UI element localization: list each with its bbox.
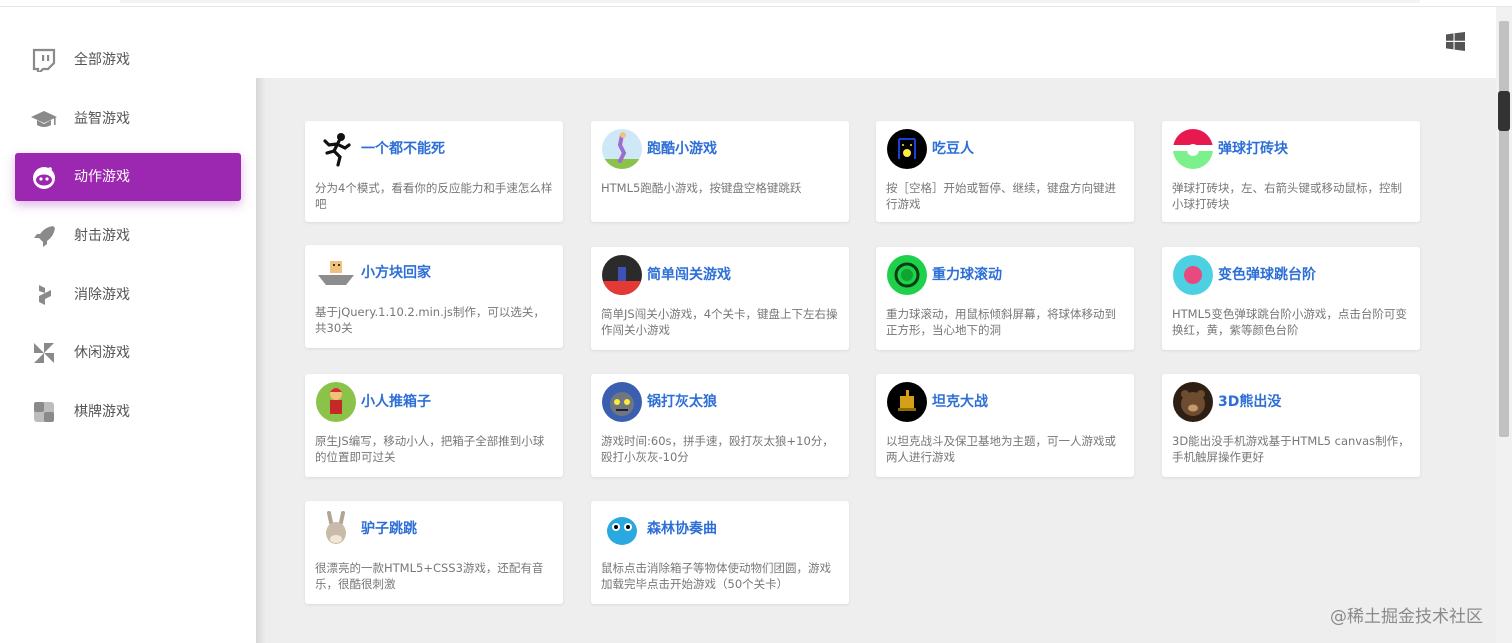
twitch-icon — [32, 48, 56, 72]
game-card[interactable]: 吃豆人 按［空格］开始或暂停、继续，键盘方向键进行游戏 — [876, 121, 1134, 222]
game-card[interactable]: 重力球滚动 重力球滚动，用鼠标倾斜屏幕，将球体移动到正方形，当心地下的洞 — [876, 247, 1134, 350]
sidebar-item-label: 动作游戏 — [74, 169, 130, 185]
game-title[interactable]: 简单闯关游戏 — [647, 266, 731, 284]
sidebar-item-elimination-games[interactable]: 消除游戏 — [15, 271, 241, 319]
simple-level-icon — [602, 255, 642, 295]
bear-icon — [1173, 382, 1213, 422]
game-card[interactable]: 坦克大战 以坦克战斗及保卫基地为主题，可一人游戏或两人进行游戏 — [876, 374, 1134, 477]
sidebar: 全部游戏 益智游戏 动作游戏 射击游戏 消除游戏 休闲游戏 棋牌游戏 — [0, 7, 256, 643]
scrollbar-overlay-widget[interactable] — [1498, 91, 1510, 131]
page-scrollbar[interactable] — [1496, 7, 1512, 643]
game-title[interactable]: 吃豆人 — [932, 140, 974, 158]
game-description: 分为4个模式，看看你的反应能力和手速怎么样吧 — [315, 181, 553, 211]
game-description: 按［空格］开始或暂停、继续，键盘方向键进行游戏 — [886, 181, 1116, 211]
sidebar-item-label: 棋牌游戏 — [74, 404, 130, 420]
game-card[interactable]: 弹球打砖块 弹球打砖块，左、右箭头键或移动鼠标，控制小球打砖块 — [1162, 121, 1420, 222]
sidebar-item-all-games[interactable]: 全部游戏 — [15, 36, 241, 84]
windows-icon[interactable] — [1446, 32, 1465, 51]
game-description: 鼠标点击消除箱子等物体使动物们团圆，游戏加载完毕点击开始游戏（50个关卡） — [601, 561, 831, 591]
game-title[interactable]: 小方块回家 — [361, 264, 431, 282]
game-card[interactable]: 3D熊出没 3D能出没手机游戏基于HTML5 canvas制作，手机触屏操作更好 — [1162, 374, 1420, 477]
game-description: 简单JS闯关小游戏，4个关卡，键盘上下左右操作闯关小游戏 — [601, 307, 838, 337]
game-description: 很漂亮的一款HTML5+CSS3游戏，还配有音乐，很酷很刺激 — [315, 561, 544, 591]
game-title[interactable]: 变色弹球跳台阶 — [1218, 266, 1316, 284]
game-card[interactable]: 跑酷小游戏 HTML5跑酷小游戏，按键盘空格键跳跃 — [591, 121, 849, 222]
game-description: 以坦克战斗及保卫基地为主题，可一人游戏或两人进行游戏 — [886, 434, 1116, 464]
tank-icon — [887, 382, 927, 422]
game-title[interactable]: 重力球滚动 — [932, 266, 1002, 284]
game-title[interactable]: 3D熊出没 — [1218, 393, 1281, 411]
game-description: 基于jQuery.1.10.2.min.js制作，可以选关，共30关 — [315, 305, 545, 335]
pacman-icon — [887, 129, 927, 169]
board-icon — [34, 402, 54, 422]
game-card[interactable]: 小人推箱子 原生JS编写，移动小人，把箱子全部推到小球的位置即可过关 — [305, 374, 563, 477]
game-title[interactable]: 小人推箱子 — [361, 393, 431, 411]
reddit-icon — [33, 167, 55, 189]
color-ball-icon — [1173, 255, 1213, 295]
sidebar-item-puzzle-games[interactable]: 益智游戏 — [15, 95, 241, 143]
game-title[interactable]: 一个都不能死 — [361, 140, 445, 158]
sidebar-item-shooting-games[interactable]: 射击游戏 — [15, 212, 241, 260]
forest-icon — [602, 509, 642, 549]
game-grid: 一个都不能死 分为4个模式，看看你的反应能力和手速怎么样吧 跑酷小游戏 HTML… — [256, 78, 1496, 643]
parkour-icon — [602, 129, 642, 169]
game-title[interactable]: 跑酷小游戏 — [647, 140, 717, 158]
sidebar-item-label: 益智游戏 — [74, 111, 130, 127]
sidebar-item-label: 消除游戏 — [74, 287, 130, 303]
top-edge — [0, 0, 1512, 7]
hubspot-icon — [39, 285, 51, 305]
block-home-icon — [316, 253, 356, 293]
sidebar-item-casual-games[interactable]: 休闲游戏 — [15, 329, 241, 377]
game-title[interactable]: 弹球打砖块 — [1218, 140, 1288, 158]
rocket-icon — [34, 226, 55, 247]
game-card[interactable]: 锅打灰太狼 游戏时间:60s，拼手速，殴打灰太狼+10分，殴打小灰灰-10分 — [591, 374, 849, 477]
sidebar-item-label: 全部游戏 — [74, 52, 130, 68]
sidebar-item-board-games[interactable]: 棋牌游戏 — [15, 388, 241, 436]
game-title[interactable]: 锅打灰太狼 — [647, 393, 717, 411]
game-description: HTML5变色弹球跳台阶小游戏，点击台阶可变换红，黄，紫等颜色台阶 — [1172, 307, 1407, 337]
game-title[interactable]: 坦克大战 — [932, 393, 988, 411]
game-description: 3D能出没手机游戏基于HTML5 canvas制作，手机触屏操作更好 — [1172, 434, 1410, 464]
sidebar-item-action-games[interactable]: 动作游戏 — [15, 153, 241, 201]
wolf-icon — [602, 382, 642, 422]
scrollbar-thumb[interactable] — [1499, 21, 1509, 437]
game-description: 弹球打砖块，左、右箭头键或移动鼠标，控制小球打砖块 — [1172, 181, 1402, 211]
game-title[interactable]: 驴子跳跳 — [361, 520, 417, 538]
game-description: 原生JS编写，移动小人，把箱子全部推到小球的位置即可过关 — [315, 434, 545, 464]
donkey-icon — [316, 509, 356, 549]
top-edge-bar — [120, 0, 1420, 3]
top-header — [256, 7, 1496, 78]
game-card[interactable]: 简单闯关游戏 简单JS闯关小游戏，4个关卡，键盘上下左右操作闯关小游戏 — [591, 247, 849, 350]
game-description: HTML5跑酷小游戏，按键盘空格键跳跃 — [601, 181, 802, 195]
game-card[interactable]: 一个都不能死 分为4个模式，看看你的反应能力和手速怎么样吧 — [305, 121, 563, 222]
breakout-icon — [1173, 129, 1213, 169]
graduation-cap-icon — [31, 111, 57, 127]
game-card[interactable]: 驴子跳跳 很漂亮的一款HTML5+CSS3游戏，还配有音乐，很酷很刺激 — [305, 501, 563, 604]
gravity-ball-icon — [887, 255, 927, 295]
watermark: @稀土掘金技术社区 — [1330, 607, 1483, 627]
running-man-icon — [316, 129, 356, 169]
game-card[interactable]: 小方块回家 基于jQuery.1.10.2.min.js制作，可以选关，共30关 — [305, 245, 563, 348]
game-card[interactable]: 变色弹球跳台阶 HTML5变色弹球跳台阶小游戏，点击台阶可变换红，黄，紫等颜色台… — [1162, 247, 1420, 350]
sokoban-icon — [316, 382, 356, 422]
game-title[interactable]: 森林协奏曲 — [647, 520, 717, 538]
pinwheel-icon — [34, 343, 54, 363]
sidebar-item-label: 休闲游戏 — [74, 345, 130, 361]
game-card[interactable]: 森林协奏曲 鼠标点击消除箱子等物体使动物们团圆，游戏加载完毕点击开始游戏（50个… — [591, 501, 849, 604]
game-description: 重力球滚动，用鼠标倾斜屏幕，将球体移动到正方形，当心地下的洞 — [886, 307, 1116, 337]
sidebar-item-label: 射击游戏 — [74, 228, 130, 244]
game-description: 游戏时间:60s，拼手速，殴打灰太狼+10分，殴打小灰灰-10分 — [601, 434, 834, 464]
